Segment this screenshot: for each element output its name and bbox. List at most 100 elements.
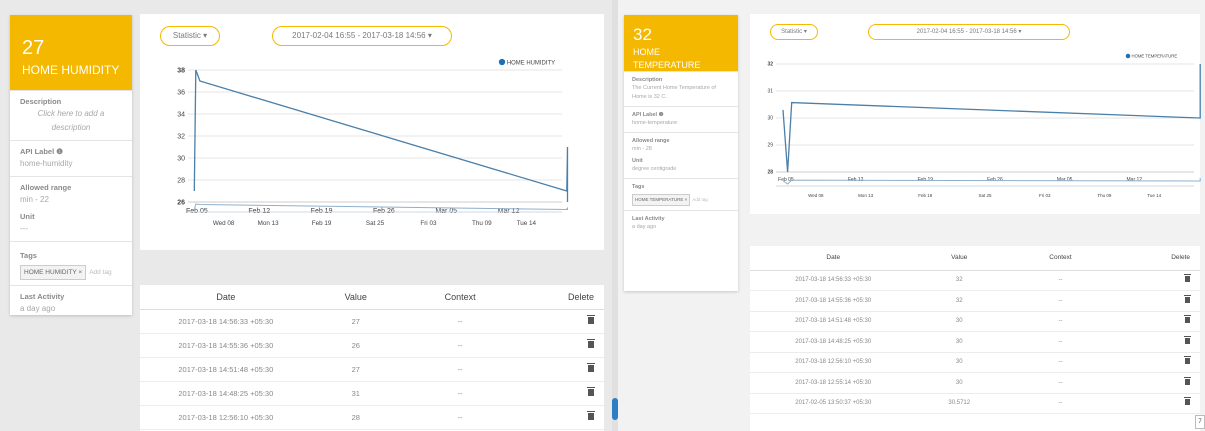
y-tick-label: 30 bbox=[177, 155, 185, 162]
table-row: 2017-03-18 14:55:36 +05:30 26 -- bbox=[140, 333, 604, 358]
trash-icon[interactable] bbox=[1184, 335, 1191, 344]
description-label: Description bbox=[20, 97, 62, 106]
variable-last-value: 32 bbox=[633, 25, 652, 44]
table-row: 2017-03-18 12:56:10 +05:30 28 -- bbox=[140, 405, 604, 430]
delete-cell bbox=[1119, 393, 1200, 414]
y-tick-label: 31 bbox=[767, 89, 773, 95]
navigator-tick-label: Tue 14 bbox=[1147, 193, 1161, 198]
tag-remove-icon[interactable]: × bbox=[78, 269, 82, 276]
x-tick-label: Feb 26 bbox=[987, 177, 1003, 183]
navigator-tick-label: Wed 08 bbox=[213, 220, 235, 227]
last-activity-label: Last Activity bbox=[20, 292, 65, 301]
column-header: Value bbox=[311, 285, 400, 310]
date-cell: 2017-02-05 13:50:37 +05:30 bbox=[750, 393, 917, 414]
values-table: Date Value Context Delete 2017-03-18 14:56:… bbox=[140, 285, 604, 430]
last-activity-label: Last Activity bbox=[632, 216, 665, 222]
date-cell: 2017-03-18 14:55:36 +05:30 bbox=[140, 333, 312, 358]
navigator-tick-label: Feb 19 bbox=[312, 220, 332, 227]
add-tag-input[interactable]: Add tag bbox=[89, 269, 111, 276]
y-tick-label: 26 bbox=[177, 199, 185, 206]
api-label-value[interactable]: home-humidity bbox=[20, 157, 122, 171]
chart-panel: Statistic ▾ 2017-02-04 16:55 - 2017-03-1… bbox=[140, 14, 604, 250]
column-header: Delete bbox=[520, 285, 604, 310]
tag-chip: HOME HUMIDITY × bbox=[20, 265, 87, 280]
table-row: 2017-02-05 13:50:37 +05:30 30.5712 -- bbox=[750, 393, 1200, 414]
y-tick-label: 29 bbox=[767, 143, 773, 149]
description-text[interactable]: The Current Home Temperature of Home is … bbox=[632, 84, 730, 102]
date-cell: 2017-03-18 14:48:25 +05:30 bbox=[750, 331, 917, 353]
trash-icon[interactable] bbox=[1184, 356, 1191, 365]
screenshot-root: 27 HOME HUMIDITY Description Click here … bbox=[0, 0, 1205, 431]
variable-name[interactable]: HOME TEMPERATURE bbox=[633, 46, 726, 72]
value-cell: 30 bbox=[916, 331, 1002, 353]
values-table-panel: Date Value Context Delete 2017-03-18 14:56:… bbox=[140, 285, 604, 431]
description-section: Description Click here to add a descript… bbox=[10, 90, 132, 140]
context-cell: -- bbox=[399, 357, 521, 382]
delete-cell bbox=[1119, 290, 1200, 312]
column-header: Context bbox=[399, 285, 521, 310]
api-label-label: API Label ❶ bbox=[20, 147, 63, 156]
value-cell: 30.5712 bbox=[916, 393, 1002, 414]
api-label-section: API Label ❶ home-humidity bbox=[10, 140, 132, 176]
value-cell: 26 bbox=[311, 333, 400, 358]
delete-cell bbox=[520, 405, 604, 430]
trash-icon[interactable] bbox=[587, 314, 595, 324]
legend-label: HOME HUMIDITY bbox=[507, 60, 555, 66]
navigator-tick-label: Thu 09 bbox=[472, 220, 492, 227]
navigator-tick-label: Sat 25 bbox=[978, 193, 992, 198]
allowed-range-value[interactable]: min - 22 bbox=[20, 193, 122, 207]
allowed-range-label: Allowed range bbox=[20, 183, 72, 192]
values-table: Date Value Context Delete 2017-03-18 14:56:… bbox=[750, 246, 1200, 414]
trash-icon[interactable] bbox=[1184, 294, 1191, 303]
delete-cell bbox=[1119, 270, 1200, 291]
description-text[interactable]: Click here to add a description bbox=[20, 107, 122, 135]
delete-cell bbox=[1119, 372, 1200, 394]
value-cell: 32 bbox=[916, 270, 1002, 291]
tag-chip-label: HOME HUMIDITY bbox=[24, 269, 77, 276]
add-tag-input[interactable]: Add tag bbox=[692, 197, 708, 202]
value-cell: 31 bbox=[311, 381, 400, 406]
unit-value[interactable]: degree centigrade bbox=[632, 165, 730, 174]
tags-label: Tags bbox=[632, 184, 645, 190]
table-row: 2017-03-18 14:51:48 +05:30 30 -- bbox=[750, 311, 1200, 332]
trash-icon[interactable] bbox=[1184, 397, 1191, 406]
description-label: Description bbox=[632, 77, 663, 83]
side-scroll-tab[interactable] bbox=[612, 398, 618, 420]
variable-name[interactable]: HOME HUMIDITY bbox=[22, 62, 120, 78]
context-cell: -- bbox=[399, 309, 521, 334]
trash-icon[interactable] bbox=[587, 410, 595, 420]
value-cell: 27 bbox=[311, 309, 400, 334]
context-cell: -- bbox=[1002, 372, 1119, 394]
value-cell: 30 bbox=[916, 372, 1002, 394]
date-cell: 2017-03-18 12:56:10 +05:30 bbox=[750, 352, 917, 373]
navigator-tick-label: Fri 03 bbox=[420, 220, 437, 227]
delete-cell bbox=[520, 381, 604, 406]
trash-icon[interactable] bbox=[587, 386, 595, 396]
chart-panel: Statistic ▾ 2017-02-04 16:55 - 2017-03-1… bbox=[750, 14, 1201, 214]
tag-remove-icon[interactable]: × bbox=[685, 197, 688, 202]
value-cell: 30 bbox=[916, 352, 1002, 373]
context-cell: -- bbox=[1002, 393, 1119, 414]
allowed-range-section: Allowed range min - 28 Unit degree centi… bbox=[624, 132, 738, 178]
allowed-range-value[interactable]: min - 28 bbox=[632, 145, 730, 154]
trash-icon[interactable] bbox=[587, 338, 595, 348]
legend-label: HOME TEMPERATURE bbox=[1132, 54, 1178, 59]
api-label-section: API Label ❶ home-temperature bbox=[624, 106, 738, 132]
context-cell: -- bbox=[399, 333, 521, 358]
humidity-pane: 27 HOME HUMIDITY Description Click here … bbox=[0, 0, 612, 431]
api-label-value[interactable]: home-temperature bbox=[632, 119, 730, 128]
y-tick-label: 28 bbox=[177, 177, 185, 184]
trash-icon[interactable] bbox=[587, 362, 595, 372]
trash-icon[interactable] bbox=[1184, 376, 1191, 385]
variable-card: 27 HOME HUMIDITY Description Click here … bbox=[10, 15, 132, 315]
last-activity-value: a day ago bbox=[20, 304, 56, 313]
trash-icon[interactable] bbox=[1184, 315, 1191, 324]
tag-chip: HOME TEMPERATURE × bbox=[632, 194, 691, 206]
unit-value[interactable]: --- bbox=[20, 222, 122, 236]
trash-icon[interactable] bbox=[1184, 274, 1191, 283]
delete-cell bbox=[1119, 331, 1200, 353]
context-cell: -- bbox=[1002, 270, 1119, 291]
unit-label: Unit bbox=[20, 212, 35, 221]
legend-marker bbox=[1125, 53, 1131, 59]
tags-section: Tags HOME HUMIDITY × Add tag bbox=[10, 241, 132, 285]
